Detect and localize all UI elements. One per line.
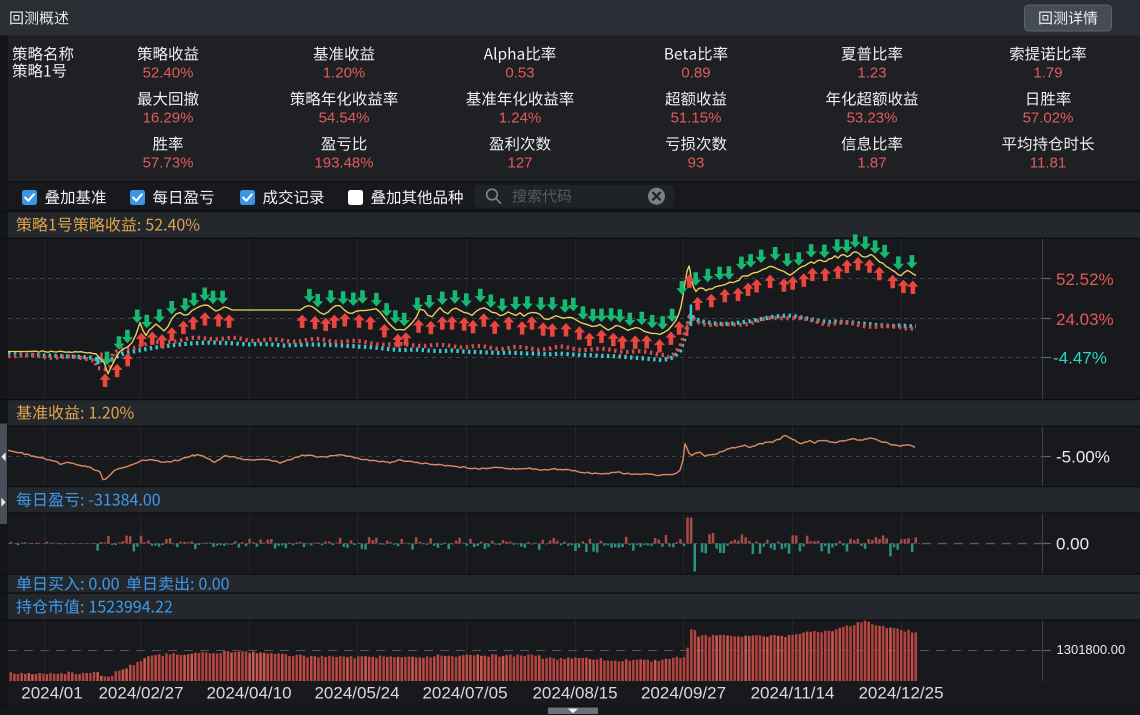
svg-text:1301800.00: 1301800.00 bbox=[1057, 642, 1126, 657]
svg-text:-4.47%: -4.47% bbox=[1053, 349, 1107, 368]
svg-text:54.54%: 54.54% bbox=[319, 110, 370, 127]
svg-text:1.20%: 1.20% bbox=[323, 65, 366, 82]
svg-text:2024/09/27: 2024/09/27 bbox=[641, 684, 726, 703]
svg-text:51.15%: 51.15% bbox=[671, 110, 722, 127]
svg-text:52.40%: 52.40% bbox=[143, 65, 194, 82]
svg-text:57.02%: 57.02% bbox=[1023, 110, 1074, 127]
svg-text:1.24%: 1.24% bbox=[499, 110, 542, 127]
svg-text:2024/07/05: 2024/07/05 bbox=[422, 684, 507, 703]
svg-text:1.79: 1.79 bbox=[1033, 65, 1062, 82]
svg-text:2024/02/27: 2024/02/27 bbox=[98, 684, 183, 703]
svg-text:2024/04/10: 2024/04/10 bbox=[206, 684, 291, 703]
svg-text:-5.00%: -5.00% bbox=[1056, 448, 1110, 467]
svg-text:0.00: 0.00 bbox=[1056, 535, 1089, 554]
svg-text:193.48%: 193.48% bbox=[314, 155, 373, 172]
svg-text:53.23%: 53.23% bbox=[847, 110, 898, 127]
svg-text:1.87: 1.87 bbox=[857, 155, 886, 172]
svg-text:2024/11/14: 2024/11/14 bbox=[751, 684, 835, 703]
svg-text:2024/08/15: 2024/08/15 bbox=[532, 684, 617, 703]
svg-text:2024/05/24: 2024/05/24 bbox=[314, 684, 399, 703]
svg-text:0.53: 0.53 bbox=[505, 65, 534, 82]
svg-text:57.73%: 57.73% bbox=[143, 155, 194, 172]
svg-text:127: 127 bbox=[507, 155, 532, 172]
svg-text:1.23: 1.23 bbox=[857, 65, 886, 82]
svg-text:11.81: 11.81 bbox=[1030, 155, 1066, 172]
svg-text:24.03%: 24.03% bbox=[1056, 310, 1114, 329]
svg-text:93: 93 bbox=[688, 155, 705, 172]
svg-text:52.52%: 52.52% bbox=[1056, 270, 1114, 289]
svg-text:2024/12/25: 2024/12/25 bbox=[858, 684, 943, 703]
svg-text:0.89: 0.89 bbox=[681, 65, 710, 82]
svg-text:2024/01: 2024/01 bbox=[21, 684, 82, 703]
svg-text:16.29%: 16.29% bbox=[143, 110, 194, 127]
